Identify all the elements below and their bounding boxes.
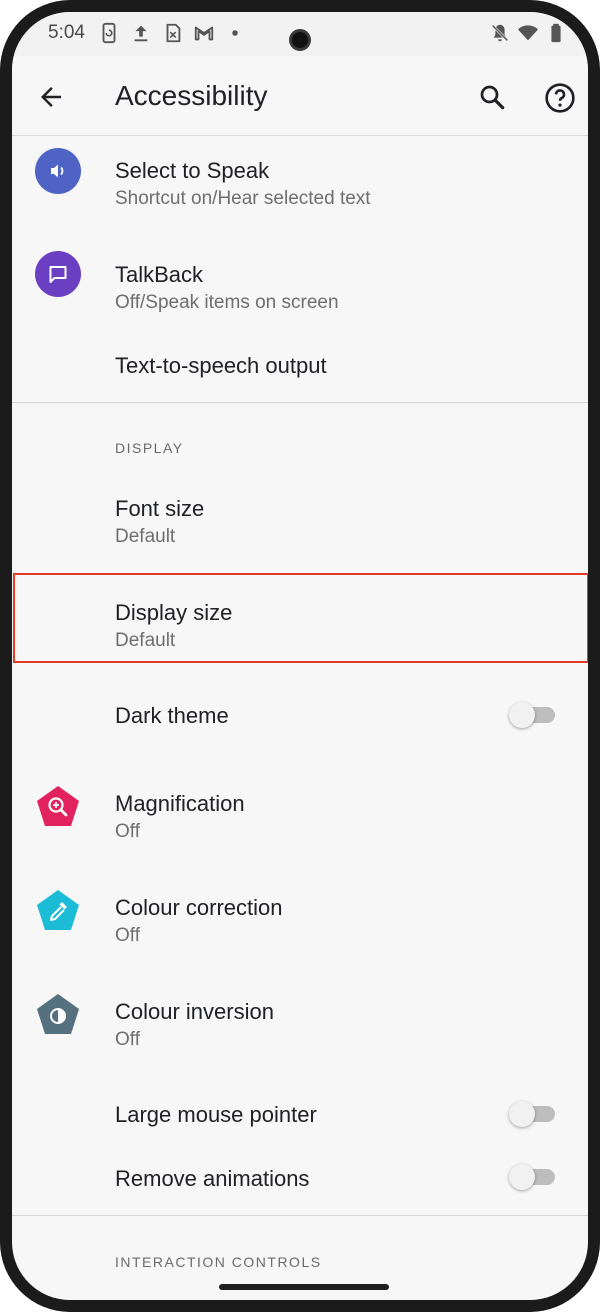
search-icon[interactable] [477, 82, 507, 112]
battery-icon [551, 23, 561, 43]
item-title: TalkBack [115, 262, 204, 287]
remove-animations-switch[interactable] [509, 1162, 557, 1192]
item-title: Large mouse pointer [115, 1102, 317, 1127]
item-summary: Off [115, 1029, 140, 1050]
dark-theme-switch[interactable] [509, 700, 557, 730]
list-item-magnification[interactable]: Magnification Off [12, 767, 588, 871]
item-title: Magnification [115, 791, 245, 816]
sim-icon [166, 23, 181, 43]
phone-frame: 5:04 Accessibility Select to Speak Short… [0, 0, 600, 1312]
select-to-speak-icon [35, 148, 81, 194]
item-summary: Default [115, 526, 176, 547]
list-item-remove-animations[interactable]: Remove animations [12, 1159, 588, 1215]
dot-icon [232, 30, 238, 36]
screen: 5:04 Accessibility Select to Speak Short… [12, 12, 588, 1300]
talkback-icon [35, 251, 81, 297]
item-summary: Shortcut on/Hear selected text [115, 188, 371, 209]
list-item-select-to-speak[interactable]: Select to Speak Shortcut on/Hear selecte… [12, 136, 588, 240]
item-title: Font size [115, 496, 205, 521]
section-divider [12, 1215, 588, 1216]
item-summary: Off/Speak items on screen [115, 292, 339, 313]
list-item-display-size[interactable]: Display size Default [12, 573, 588, 663]
help-icon[interactable] [544, 82, 576, 114]
list-item-dark-theme[interactable]: Dark theme [12, 663, 588, 767]
home-indicator[interactable] [219, 1284, 389, 1290]
large-mouse-pointer-switch[interactable] [509, 1099, 557, 1129]
do-not-disturb-icon [491, 24, 509, 42]
list-item-colour-correction[interactable]: Colour correction Off [12, 871, 588, 975]
item-title: Colour inversion [115, 999, 274, 1024]
item-summary: Off [115, 925, 140, 946]
colour-inversion-icon [37, 994, 79, 1034]
item-title: Colour correction [115, 895, 283, 920]
item-title: Text-to-speech output [115, 353, 327, 378]
item-title: Remove animations [115, 1166, 310, 1191]
item-title: Display size [115, 600, 233, 625]
item-title: Dark theme [115, 703, 229, 728]
switch-thumb [509, 702, 535, 728]
front-camera [289, 29, 311, 51]
gmail-icon [194, 26, 214, 41]
switch-thumb [509, 1164, 535, 1190]
list-item-colour-inversion[interactable]: Colour inversion Off [12, 975, 588, 1079]
section-divider [12, 402, 588, 403]
colour-correction-icon [37, 890, 79, 930]
item-summary: Default [115, 630, 176, 651]
status-bar: 5:04 [12, 12, 588, 56]
wifi-icon [517, 25, 539, 41]
item-summary: Off [115, 821, 140, 842]
list-item-large-mouse-pointer[interactable]: Large mouse pointer [12, 1079, 588, 1159]
page-title: Accessibility [115, 80, 268, 111]
phone-sync-icon [102, 22, 116, 44]
magnification-icon [37, 786, 79, 826]
section-header-display: DISPLAY [115, 440, 184, 456]
section-header-interaction-controls: INTERACTION CONTROLS [115, 1254, 322, 1270]
list-item-font-size[interactable]: Font size Default [12, 470, 588, 573]
switch-thumb [509, 1101, 535, 1127]
app-bar: Accessibility [12, 56, 588, 136]
status-time: 5:04 [48, 22, 85, 43]
arrow-back-icon[interactable] [36, 82, 66, 112]
list-item-text-to-speech[interactable]: Text-to-speech output [12, 344, 588, 402]
list-item-talkback[interactable]: TalkBack Off/Speak items on screen [12, 240, 588, 344]
item-title: Select to Speak [115, 158, 270, 183]
upload-icon [134, 25, 148, 42]
